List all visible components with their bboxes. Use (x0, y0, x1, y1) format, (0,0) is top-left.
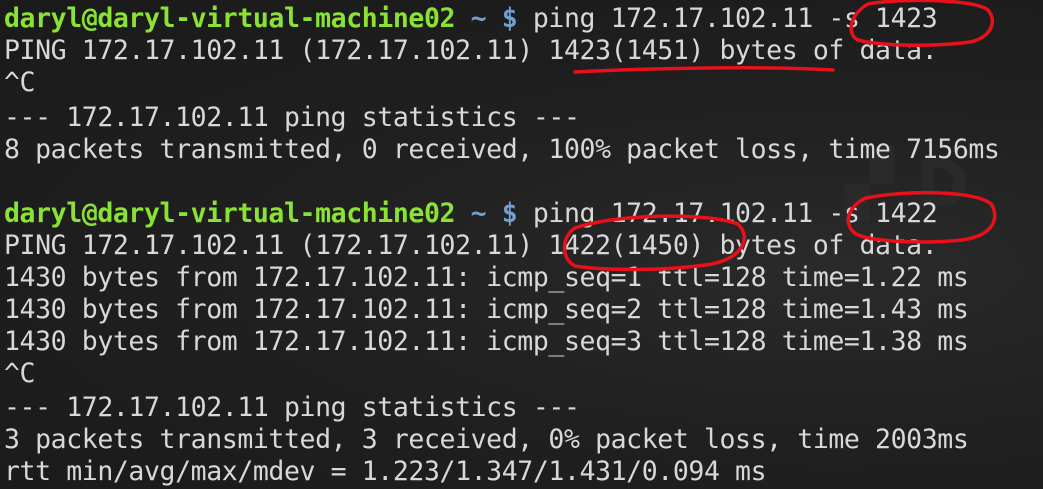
stats-summary: 3 packets transmitted, 3 received, 0% pa… (4, 424, 969, 455)
reply-line: 1430 bytes from 172.17.102.11: icmp_seq=… (4, 326, 969, 357)
ping-header: PING 172.17.102.11 (172.17.102.11) 1422(… (4, 230, 938, 261)
stats-title: --- 172.17.102.11 ping statistics --- (4, 392, 580, 423)
command-text: ping 172.17.102.11 -s 1422 (517, 198, 938, 229)
terminal-window[interactable]: ▞ D daryl@daryl-virtual-machine02 ~ $ pi… (0, 0, 1043, 489)
reply-line: 1430 bytes from 172.17.102.11: icmp_seq=… (4, 262, 969, 293)
underline-annotation-1423 (573, 66, 835, 74)
stats-title: --- 172.17.102.11 ping statistics --- (4, 102, 580, 133)
stats-summary: 8 packets transmitted, 0 received, 100% … (4, 134, 1000, 165)
command-text: ping 172.17.102.11 -s 1423 (517, 3, 938, 34)
ping-header: PING 172.17.102.11 (172.17.102.11) 1423(… (4, 35, 938, 66)
prompt-line-1: daryl@daryl-virtual-machine02 ~ $ ping 1… (4, 3, 938, 35)
prompt-symbol: ~ $ (455, 198, 518, 229)
interrupt-text: ^C (4, 67, 36, 98)
reply-line: 1430 bytes from 172.17.102.11: icmp_seq=… (4, 294, 969, 325)
prompt-line-2: daryl@daryl-virtual-machine02 ~ $ ping 1… (4, 198, 938, 230)
prompt-user: daryl@daryl-virtual-machine02 (4, 3, 456, 34)
rtt-summary: rtt min/avg/max/mdev = 1.223/1.347/1.431… (4, 456, 767, 487)
interrupt-text: ^C (4, 358, 36, 389)
prompt-user: daryl@daryl-virtual-machine02 (4, 198, 456, 229)
prompt-symbol: ~ $ (455, 3, 518, 34)
